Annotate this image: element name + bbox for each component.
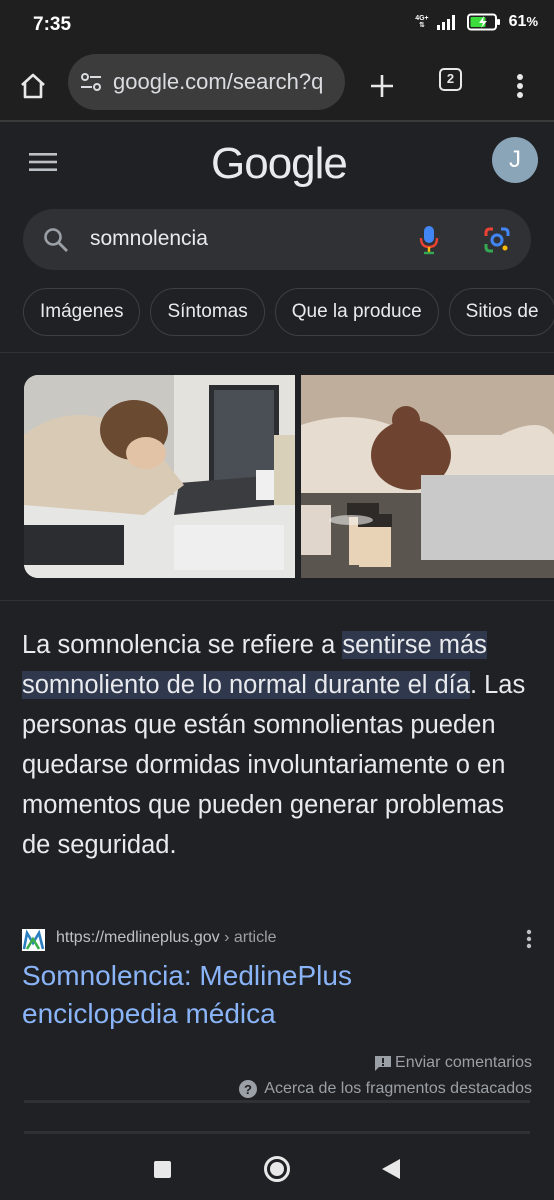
source-breadcrumb: › article xyxy=(219,929,277,946)
google-logo[interactable]: Google xyxy=(211,139,348,189)
square-icon xyxy=(153,1160,171,1178)
search-input[interactable]: somnolencia xyxy=(90,227,208,251)
address-bar[interactable]: google.com/search?q xyxy=(68,54,345,110)
snippet-text-after: . Las personas que están somnolientas pu… xyxy=(22,671,526,859)
search-icon xyxy=(44,228,68,252)
battery-percent: 61% xyxy=(508,13,538,30)
google-header: Google J xyxy=(0,122,554,202)
signal-icon xyxy=(436,15,455,30)
about-snippets-link[interactable]: ? Acerca de los fragmentos destacados xyxy=(239,1080,532,1098)
chip-que-la-produce[interactable]: Que la produce xyxy=(274,288,439,336)
system-nav-bar xyxy=(0,1134,554,1200)
about-label[interactable]: Acerca de los fragmentos destacados xyxy=(264,1080,532,1098)
divider xyxy=(24,1100,530,1103)
circle-home-icon xyxy=(264,1156,290,1182)
browser-toolbar: google.com/search?q 2 xyxy=(0,52,554,120)
network-indicator: 4G+ ⇅ xyxy=(415,15,429,29)
result-image-2[interactable] xyxy=(301,375,554,578)
back-triangle-icon xyxy=(382,1159,400,1179)
battery-icon xyxy=(466,13,500,31)
google-lens-icon[interactable] xyxy=(483,226,511,254)
network-type: 4G+ xyxy=(415,15,429,22)
help-icon: ? xyxy=(239,1080,258,1098)
status-time: 7:35 xyxy=(33,14,72,35)
home-icon xyxy=(21,73,45,99)
home-nav-button[interactable] xyxy=(262,1154,292,1184)
result-options-icon[interactable] xyxy=(526,929,532,949)
browser-menu-button[interactable] xyxy=(498,64,542,108)
back-button[interactable] xyxy=(376,1154,406,1184)
site-settings-icon[interactable] xyxy=(80,72,102,92)
tab-switcher-button[interactable]: 2 xyxy=(439,68,462,91)
feedback-icon xyxy=(375,1055,392,1071)
chip-imagenes[interactable]: Imágenes xyxy=(23,288,141,336)
send-feedback-link[interactable]: Enviar comentarios xyxy=(374,1054,532,1072)
chip-sitios[interactable]: Sitios de xyxy=(448,288,554,336)
status-icons: 4G+ ⇅ 61% xyxy=(415,13,538,31)
url-text[interactable]: google.com/search?q xyxy=(113,69,323,95)
result-image-1[interactable] xyxy=(24,375,295,578)
filter-chips: Imágenes Síntomas Que la produce Sitios … xyxy=(23,288,554,338)
search-box[interactable]: somnolencia xyxy=(23,209,531,270)
svg-text:?: ? xyxy=(244,1082,252,1097)
account-avatar[interactable]: J xyxy=(492,137,538,183)
divider xyxy=(0,600,554,601)
chip-sintomas[interactable]: Síntomas xyxy=(150,288,265,336)
divider xyxy=(0,352,554,353)
more-vert-icon xyxy=(517,74,523,98)
source-url[interactable]: https://medlineplus.gov › article xyxy=(56,929,277,947)
result-title-link[interactable]: Somnolencia: MedlinePlus enciclopedia mé… xyxy=(22,957,442,1033)
result-source[interactable]: https://medlineplus.gov › article xyxy=(22,927,532,951)
voice-search-icon[interactable] xyxy=(419,225,439,255)
medlineplus-favicon xyxy=(22,929,45,951)
recents-button[interactable] xyxy=(147,1154,177,1184)
plus-icon xyxy=(371,75,393,97)
hamburger-menu-icon[interactable] xyxy=(29,152,57,172)
status-bar: 7:35 4G+ ⇅ 61% xyxy=(0,0,554,52)
feedback-label[interactable]: Enviar comentarios xyxy=(395,1054,532,1072)
home-button[interactable] xyxy=(11,64,55,108)
featured-snippet-text: La somnolencia se refiere a sentirse más… xyxy=(22,625,532,865)
snippet-text-before: La somnolencia se refiere a xyxy=(22,631,343,659)
new-tab-button[interactable] xyxy=(360,64,404,108)
